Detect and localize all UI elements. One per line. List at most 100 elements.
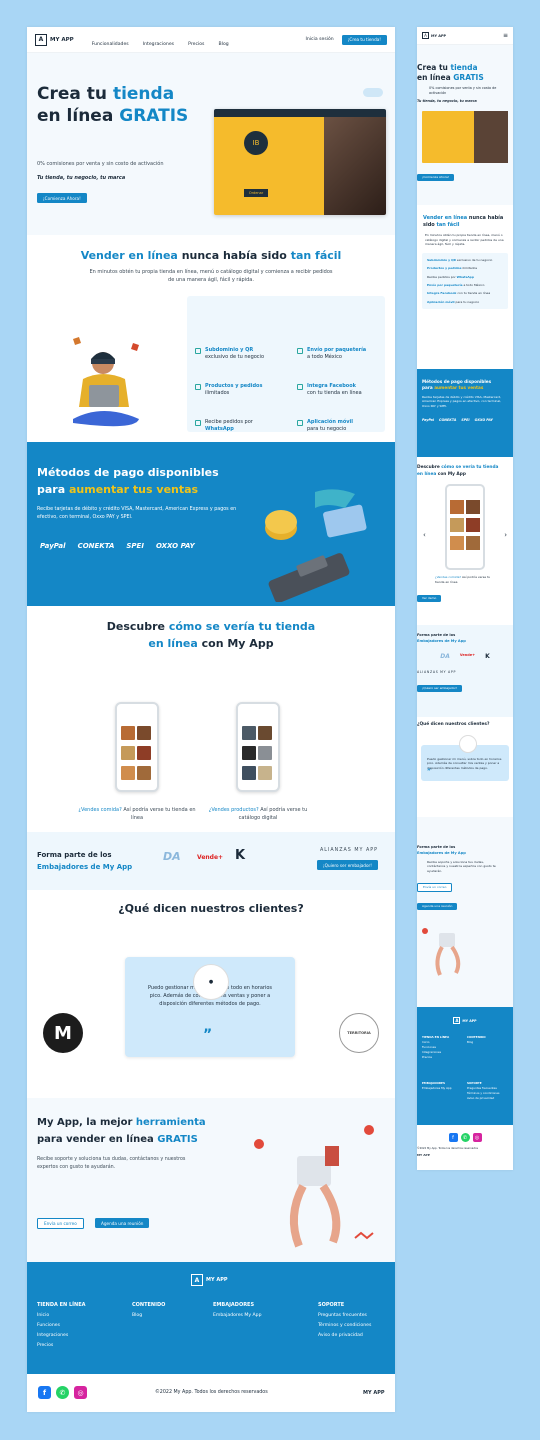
whatsapp-icon[interactable]: ✆ bbox=[56, 1386, 69, 1399]
ambassadors-title: Forma parte de los Embajadores de My App bbox=[37, 851, 133, 871]
check-icon bbox=[297, 348, 303, 354]
hero-section: Crea tu tienda en línea GRATIS 0% comisi… bbox=[27, 53, 395, 235]
schedule-meeting-button[interactable]: Agenda una reunión bbox=[95, 1218, 150, 1228]
instagram-icon[interactable]: ◎ bbox=[74, 1386, 87, 1399]
feature-products: Productos y pedidos ilimitados bbox=[195, 383, 283, 397]
facebook-icon[interactable]: f bbox=[448, 1133, 458, 1142]
feature-facebook: Integra Facebook con tu tienda en línea bbox=[297, 383, 385, 397]
create-store-button[interactable]: ¡Crea tu tienda! bbox=[341, 34, 387, 45]
mobile-hero-tagline: Tu tienda, tu negocio, tu marca bbox=[417, 99, 477, 103]
logo-icon[interactable]: A bbox=[35, 33, 47, 46]
header: A MY APP Funcionalidades Integraciones P… bbox=[27, 27, 395, 53]
mobile-discover: Descubre cómo se vería tu tienda en línea… bbox=[417, 457, 513, 625]
hamburger-menu-icon[interactable]: ≡ bbox=[503, 32, 508, 39]
footer-link[interactable]: Integraciones bbox=[37, 1333, 86, 1338]
mobile-hero: Crea tu tienda en línea GRATIS 0% comisio… bbox=[417, 45, 513, 205]
quote-icon: ” bbox=[203, 1027, 213, 1043]
products-demo-phone bbox=[236, 702, 280, 792]
payment-logos: PayPal CONEKTA SPEI OXXO PAY bbox=[40, 542, 195, 550]
check-icon bbox=[195, 384, 201, 390]
mobile-email-button[interactable]: Envía un correo bbox=[417, 882, 453, 892]
mobile-demo-button[interactable]: Ver demo bbox=[417, 594, 442, 602]
mobile-cta: Forma parte de los Embajadores de My App … bbox=[417, 817, 513, 1007]
features-description: En minutos obtén tu propia tienda en lín… bbox=[89, 269, 333, 283]
main-nav: Funcionalidades Integraciones Precios Bl… bbox=[92, 30, 238, 49]
whatsapp-icon[interactable]: ✆ bbox=[460, 1133, 470, 1142]
mobile-demo-phone bbox=[445, 484, 485, 570]
oxxo-pay-logo: OXXO PAY bbox=[155, 542, 195, 550]
footer-col-store: TIENDA EN LÍNEA Inicio Funciones Integra… bbox=[37, 1302, 86, 1348]
products-demo-caption: ¿Vendes productos? Así podría verse tu c… bbox=[208, 807, 308, 821]
features-section: Vender en línea nunca había sido tan fác… bbox=[27, 235, 395, 442]
check-icon bbox=[297, 420, 303, 426]
features-panel bbox=[187, 296, 385, 432]
mobile-meeting-button[interactable]: Agenda una reunión bbox=[417, 902, 458, 910]
mobile-hero-subtitle: 0% comisiones por venta y sin costo de a… bbox=[429, 86, 497, 95]
carousel-prev-icon[interactable]: ‹ bbox=[423, 531, 426, 539]
facebook-icon[interactable]: f bbox=[38, 1386, 51, 1399]
discover-section: Descubre cómo se vería tu tienda en línea… bbox=[27, 606, 395, 844]
mobile-start-button[interactable]: ¡Comienza Ahora! bbox=[417, 173, 455, 181]
model-photo bbox=[324, 117, 386, 215]
nav-item-precios[interactable]: Precios bbox=[188, 42, 204, 47]
mobile-payment-logos: PayPal CONEKTA SPEI OXXO PAY bbox=[422, 418, 493, 423]
payment-terminal-illustration bbox=[265, 489, 367, 602]
footer-link[interactable]: Preguntas frecuentes bbox=[318, 1313, 371, 1318]
mobile-ambassadors: Forma parte de los Embajadores de My App … bbox=[417, 625, 513, 717]
check-icon bbox=[297, 384, 303, 390]
footer-link[interactable]: Funciones bbox=[37, 1323, 86, 1328]
client-logo-center: ● bbox=[193, 964, 229, 1000]
instagram-icon[interactable]: ◎ bbox=[472, 1133, 482, 1142]
mobile-support-illustration bbox=[422, 928, 461, 977]
testimonials-section: ¿Qué dicen nuestros clientes? Puedo gest… bbox=[27, 890, 395, 1098]
send-email-button[interactable]: Envía un correo bbox=[37, 1218, 84, 1229]
brand-name[interactable]: MY APP bbox=[50, 37, 74, 43]
footer-link[interactable]: Inicio bbox=[37, 1313, 86, 1318]
footer-link[interactable]: Aviso de privacidad bbox=[318, 1333, 371, 1338]
footer-brand: A MY APP bbox=[191, 1274, 228, 1286]
feature-mobile-app: Aplicación móvil para tu negocio bbox=[297, 419, 385, 433]
testimonials-title: ¿Qué dicen nuestros clientes? bbox=[118, 902, 304, 915]
footer-col-content: CONTENIDO Blog bbox=[132, 1302, 166, 1318]
nav-item-funcionalidades[interactable]: Funcionalidades bbox=[92, 42, 129, 47]
spei-logo: SPEI bbox=[126, 542, 144, 550]
vende-plus-partner-logo: Vende+ bbox=[197, 854, 224, 861]
hero-subtitle: 0% comisiones por venta y sin costo de a… bbox=[37, 161, 164, 167]
nav-item-blog[interactable]: Blog bbox=[219, 42, 229, 47]
become-ambassador-button[interactable]: ¡Quiero ser embajador! bbox=[317, 860, 378, 870]
payments-section: Métodos de pago disponibles para aumentar… bbox=[27, 442, 395, 606]
mobile-ambassador-button[interactable]: ¡Quiero ser embajador! bbox=[417, 684, 463, 692]
copyright: ©2022 My App. Todos los derechos reserva… bbox=[155, 1390, 268, 1395]
footer-link[interactable]: Términos y condiciones bbox=[318, 1323, 371, 1328]
person-laptop-illustration bbox=[73, 337, 139, 427]
quote-icon: ” bbox=[427, 768, 431, 776]
paypal-logo: PayPal bbox=[40, 542, 66, 550]
footer-link[interactable]: Precios bbox=[37, 1343, 86, 1348]
mobile-features-list: Subdominio y QR exclusivo de tu negocio … bbox=[422, 252, 508, 310]
client-logo-left: M bbox=[43, 1013, 83, 1053]
mobile-store-preview bbox=[422, 111, 508, 163]
login-link[interactable]: Inicia sesión bbox=[305, 37, 333, 42]
feature-subdomain: Subdominio y QR exclusivo de tu negocio bbox=[195, 347, 283, 361]
conekta-logo: CONEKTA bbox=[77, 542, 115, 550]
nav-item-integraciones[interactable]: Integraciones bbox=[143, 42, 174, 47]
brand-name[interactable]: MY APP bbox=[431, 34, 446, 38]
start-now-button[interactable]: ¡Comienza Ahora! bbox=[37, 193, 87, 203]
cta-title: My App, la mejor herramienta para vender … bbox=[37, 1117, 206, 1145]
cta-section: My App, la mejor herramienta para vender … bbox=[27, 1098, 395, 1262]
features-title: Vender en línea nunca había sido tan fác… bbox=[80, 249, 342, 262]
footer: A MY APP TIENDA EN LÍNEA Inicio Funciones… bbox=[27, 1262, 395, 1374]
carousel-next-icon[interactable]: › bbox=[504, 531, 507, 539]
mobile-header: A MY APP ≡ bbox=[417, 27, 513, 45]
logo-icon[interactable]: A bbox=[422, 32, 429, 39]
ambassadors-section: Forma parte de los Embajadores de My App … bbox=[27, 832, 395, 890]
footer-link[interactable]: Blog bbox=[132, 1313, 165, 1318]
cta-description: Recibe soporte y soluciona tus dudas, co… bbox=[37, 1157, 186, 1170]
payments-title: Métodos de pago disponibles para aumentar… bbox=[37, 466, 219, 496]
hero-tagline: Tu tienda, tu negocio, tu marca bbox=[37, 175, 126, 181]
feature-whatsapp: Recibe pedidos por WhatsApp bbox=[195, 419, 283, 433]
footer-brand-text: MY APP bbox=[363, 1390, 385, 1396]
mobile-features: Vender en línea nunca había sido tan fác… bbox=[417, 205, 513, 369]
footer-link[interactable]: Embajadores My App bbox=[213, 1313, 262, 1318]
discover-title: Descubre cómo se vería tu tienda en línea… bbox=[106, 620, 316, 650]
